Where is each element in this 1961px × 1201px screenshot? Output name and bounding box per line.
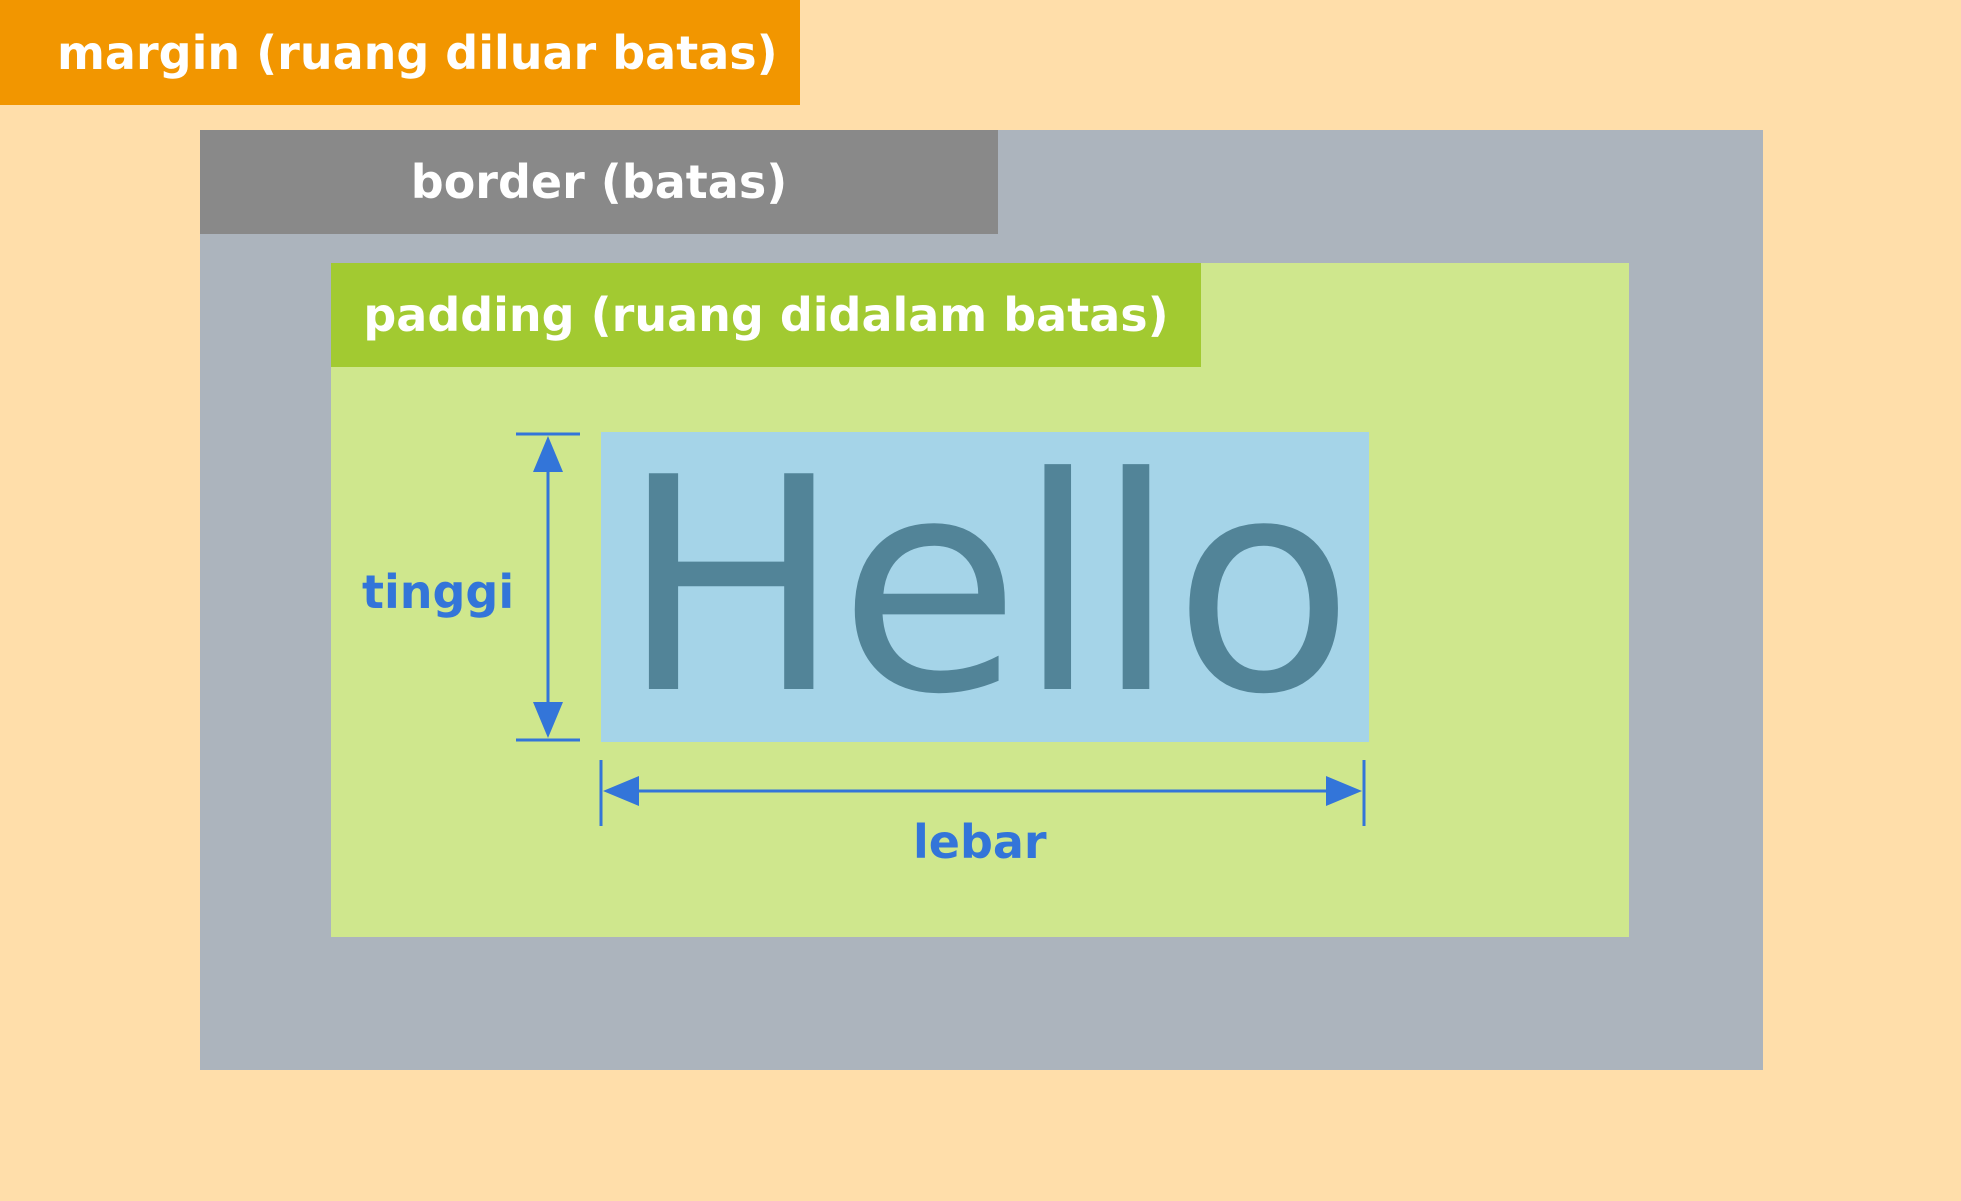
margin-label: margin (ruang diluar batas) (0, 0, 800, 105)
content-text: Hello (619, 414, 1354, 759)
height-label: tinggi (362, 565, 515, 619)
width-label: lebar (913, 815, 1047, 869)
border-label: border (batas) (200, 130, 998, 234)
padding-label: padding (ruang didalam batas) (331, 263, 1201, 367)
box-model-diagram: margin (ruang diluar batas) border (bata… (0, 0, 1961, 1201)
